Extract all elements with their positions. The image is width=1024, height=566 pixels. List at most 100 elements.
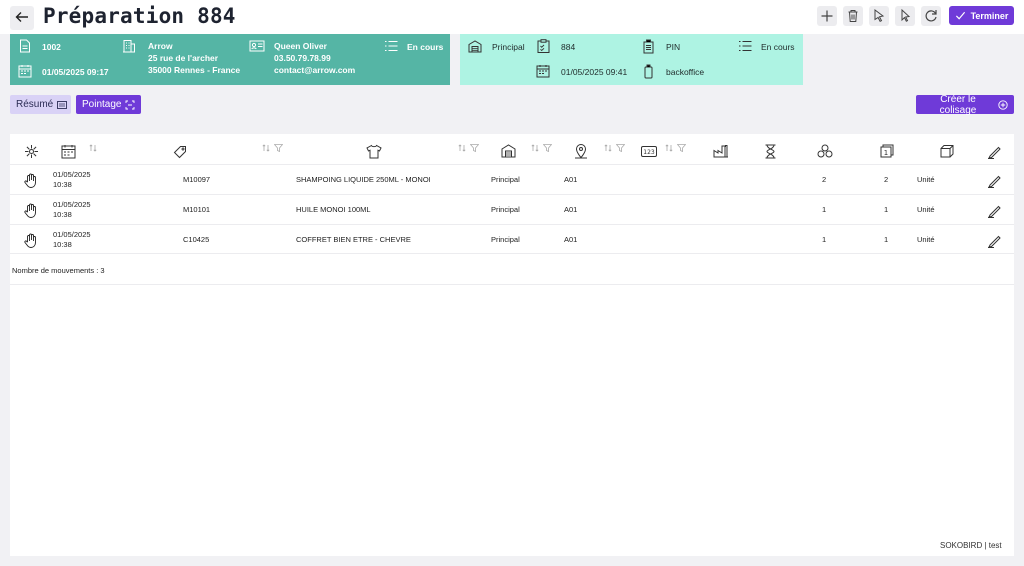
contact-name: Queen Oliver <box>274 41 327 51</box>
scan-icon <box>125 100 135 110</box>
row-date: 01/05/2025 <box>53 230 91 239</box>
date-sort-icon[interactable] <box>89 144 97 152</box>
customer-company: Arrow <box>148 41 173 51</box>
table-row[interactable]: 01/05/2025 10:38 M10101 HUILE MONOI 100M… <box>10 194 1014 224</box>
row-date: 01/05/2025 <box>53 200 91 209</box>
delete-button[interactable] <box>843 6 863 26</box>
row-picked-quantity: 1 <box>884 235 889 244</box>
select-button[interactable] <box>869 6 889 26</box>
reference-sort-filter-icon[interactable] <box>262 144 283 152</box>
divider <box>10 284 1014 285</box>
picked-quantity-column-icon[interactable]: 1 <box>880 140 894 162</box>
row-time: 10:38 <box>53 210 72 219</box>
unit-column-icon[interactable] <box>940 140 954 162</box>
row-warehouse: Principal <box>491 175 520 184</box>
list-icon <box>738 40 752 52</box>
check-icon <box>955 10 966 21</box>
row-picked-quantity: 2 <box>884 175 889 184</box>
row-quantity: 2 <box>822 175 827 184</box>
row-location: A01 <box>564 205 578 214</box>
calendar-icon <box>18 64 32 78</box>
status-column-icon[interactable] <box>24 140 39 162</box>
row-reference: M10101 <box>183 205 211 214</box>
preparation-number: 884 <box>561 42 576 52</box>
preparation-date: 01/05/2025 09:41 <box>561 67 628 77</box>
summary-label: Résumé <box>16 99 54 110</box>
row-reference: C10425 <box>183 235 210 244</box>
edit-column-icon[interactable] <box>987 140 1002 162</box>
finish-button[interactable]: Terminer <box>949 6 1014 25</box>
location-sort-filter-icon[interactable] <box>604 144 625 152</box>
order-number: 1002 <box>42 42 61 52</box>
pointer-button[interactable] <box>895 6 915 26</box>
warehouse-sort-filter-icon[interactable] <box>531 144 552 152</box>
row-product: HUILE MONOI 100ML <box>296 205 371 214</box>
warehouse-icon <box>468 40 482 53</box>
list-icon <box>384 40 398 52</box>
customer-address-line2: 35000 Rennes - France <box>148 65 241 75</box>
header: Préparation 884 Terminer <box>0 0 1024 34</box>
pointage-label: Pointage <box>82 99 122 110</box>
row-product: COFFRET BIEN ETRE - CHEVRE <box>296 235 411 244</box>
create-packing-label: Créer le colisage <box>939 93 977 116</box>
arrow-left-icon <box>14 9 30 25</box>
movements-table: 123 1 01/05/2025 10:38 M10097 SHAMPOING … <box>10 134 1014 556</box>
svg-text:1: 1 <box>884 149 888 157</box>
product-column-icon[interactable] <box>366 140 382 162</box>
pointage-button[interactable]: Pointage <box>76 95 141 114</box>
reference-column-icon[interactable] <box>173 140 188 162</box>
movement-count: Nombre de mouvements : 3 <box>12 266 105 275</box>
table-row[interactable]: 01/05/2025 10:38 M10097 SHAMPOING LIQUID… <box>10 164 1014 194</box>
preparation-mode: PIN <box>666 42 681 52</box>
plus-icon <box>817 6 837 26</box>
warehouse-column-icon[interactable] <box>501 140 516 162</box>
row-reference: M10097 <box>183 175 211 184</box>
product-sort-filter-icon[interactable] <box>458 144 479 152</box>
create-packing-button[interactable]: Créer le colisage <box>916 93 1014 116</box>
row-unit: Unité <box>917 205 935 214</box>
finish-label: Terminer <box>970 10 1009 21</box>
row-time: 10:38 <box>53 180 72 189</box>
row-warehouse: Principal <box>491 235 520 244</box>
quantity-column-icon[interactable] <box>817 140 833 162</box>
order-date: 01/05/2025 09:17 <box>42 67 109 77</box>
warehouse-name: Principal <box>492 42 525 52</box>
row-time: 10:38 <box>53 240 72 249</box>
row-location: A01 <box>564 235 578 244</box>
order-info-card: 1002 01/05/2025 09:17 Arrow 25 rue de l'… <box>10 34 450 85</box>
clipboard-icon <box>537 39 550 53</box>
edit-icon[interactable] <box>987 233 1002 248</box>
order-status: En cours <box>407 42 444 52</box>
summary-button[interactable]: Résumé <box>10 95 71 114</box>
svg-text:123: 123 <box>643 148 655 155</box>
hand-icon <box>24 173 37 188</box>
row-date: 01/05/2025 <box>53 170 91 179</box>
footer-text: SOKOBIRD | test <box>940 541 1002 550</box>
hand-icon <box>24 233 37 248</box>
document-icon <box>19 39 31 53</box>
device-name: backoffice <box>666 67 705 77</box>
contact-email: contact@arrow.com <box>274 65 356 75</box>
edit-icon[interactable] <box>987 173 1002 188</box>
back-button[interactable] <box>10 6 34 30</box>
edit-icon[interactable] <box>987 203 1002 218</box>
add-button[interactable] <box>817 6 837 26</box>
lot-sort-filter-icon[interactable] <box>665 144 686 152</box>
lot-number-column-icon[interactable]: 123 <box>641 140 657 162</box>
hourglass-column-icon[interactable] <box>764 140 777 162</box>
id-card-icon <box>249 40 265 52</box>
row-product: SHAMPOING LIQUIDE 250ML - MONOI <box>296 175 431 184</box>
cursor-icon <box>895 6 915 26</box>
factory-column-icon[interactable] <box>713 140 729 162</box>
calendar-icon <box>536 64 550 78</box>
table-row[interactable]: 01/05/2025 10:38 C10425 COFFRET BIEN ETR… <box>10 224 1014 254</box>
hand-icon <box>24 203 37 218</box>
building-icon <box>122 39 136 53</box>
date-column-icon[interactable] <box>61 140 76 162</box>
row-unit: Unité <box>917 235 935 244</box>
page-title: Préparation 884 <box>43 4 236 28</box>
refresh-icon <box>921 6 941 26</box>
cursor-select-icon <box>869 6 889 26</box>
refresh-button[interactable] <box>921 6 941 26</box>
location-column-icon[interactable] <box>574 140 588 162</box>
